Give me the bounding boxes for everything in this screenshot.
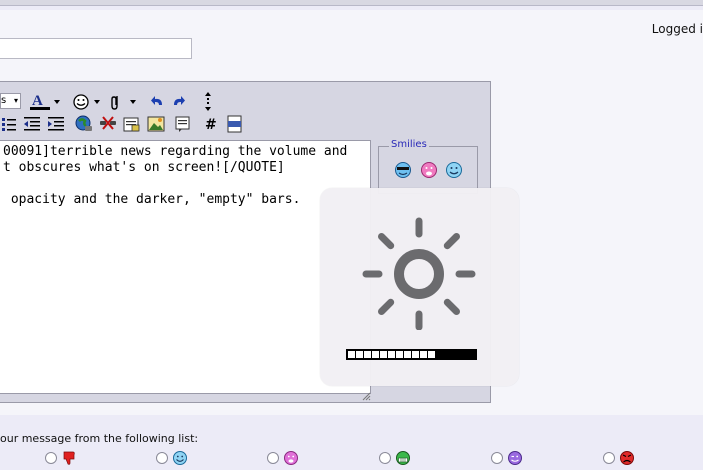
textarea-resize-handle[interactable]: [362, 386, 371, 401]
quote-button[interactable]: [173, 114, 193, 134]
post-icon-radio[interactable]: [156, 452, 168, 464]
tongue-smiley-icon[interactable]: [420, 161, 438, 179]
email-icon: [123, 117, 140, 132]
message-textarea[interactable]: 00091]terrible news regarding the volume…: [0, 140, 371, 394]
redo-button[interactable]: [170, 92, 188, 112]
level-segment-empty: [444, 351, 451, 358]
unlink-icon: [100, 116, 116, 130]
php-file-icon: [227, 115, 242, 133]
brightness-level-bar: [346, 349, 477, 360]
svg-text:A: A: [32, 93, 43, 109]
globe-link-icon: [75, 115, 92, 131]
post-icon-radio[interactable]: [491, 452, 503, 464]
level-segment-filled: [412, 351, 419, 358]
insert-image-button[interactable]: [146, 114, 166, 134]
post-icons-label: our message from the following list:: [0, 432, 199, 445]
code-button[interactable]: #: [202, 114, 220, 134]
image-icon: [147, 116, 165, 132]
text-color-icon: A: [30, 93, 60, 110]
text-color-button[interactable]: A: [28, 92, 64, 112]
level-segment-filled: [356, 351, 363, 358]
insert-link-button[interactable]: [74, 114, 94, 134]
quote-icon: [175, 116, 190, 132]
svg-text:#: #: [205, 117, 217, 133]
logged-in-text: Logged i: [651, 22, 703, 36]
resize-arrows-icon: [205, 92, 211, 111]
level-segment-filled: [396, 351, 403, 358]
brightness-osd: [320, 188, 519, 386]
message-line: 00091]terrible news regarding the volume…: [3, 144, 348, 159]
smile-icon: [173, 451, 187, 465]
brightness-sun-icon: [362, 217, 476, 330]
attachment-button[interactable]: [108, 92, 140, 112]
post-icon-radio[interactable]: [379, 452, 391, 464]
resize-editor-button[interactable]: [200, 90, 216, 114]
angry-icon: [620, 451, 634, 465]
thread-title-input[interactable]: [0, 38, 192, 59]
indent-icon: [48, 117, 64, 131]
indent-button[interactable]: [46, 115, 66, 133]
bulleted-list-icon: [2, 118, 16, 131]
outdent-icon: [24, 117, 40, 131]
undo-icon: [151, 96, 162, 105]
remove-link-button[interactable]: [98, 114, 118, 134]
level-segment-filled: [428, 351, 435, 358]
level-segment-empty: [452, 351, 459, 358]
post-icon-radio[interactable]: [45, 452, 57, 464]
grin-icon: [396, 451, 410, 465]
hash-icon: #: [205, 117, 217, 133]
resize-grip-icon: [362, 392, 371, 401]
undo-button[interactable]: [148, 92, 166, 112]
level-segment-filled: [364, 351, 371, 358]
smile-smiley-icon[interactable]: [445, 161, 463, 179]
message-line: t obscures what's on screen![/QUOTE]: [3, 160, 285, 175]
smilies-legend: Smilies: [389, 139, 429, 150]
tongue-icon: [284, 451, 298, 465]
thumbs-down-icon: [63, 451, 75, 465]
post-icon-radio[interactable]: [267, 452, 279, 464]
level-segment-empty: [468, 351, 475, 358]
level-segment-filled: [348, 351, 355, 358]
level-segment-empty: [436, 351, 443, 358]
unordered-list-button[interactable]: [0, 115, 18, 133]
font-size-select[interactable]: s ▾: [0, 93, 21, 109]
redo-icon: [174, 96, 185, 105]
smiley-menu-button[interactable]: [72, 92, 104, 112]
outdent-button[interactable]: [22, 115, 42, 133]
level-segment-filled: [372, 351, 379, 358]
smiley-icon: [73, 94, 100, 110]
font-size-value: s: [1, 95, 7, 106]
message-line: opacity and the darker, "empty" bars.: [3, 192, 301, 207]
level-segment-filled: [404, 351, 411, 358]
php-code-button[interactable]: [225, 114, 245, 134]
level-segment-filled: [420, 351, 427, 358]
level-segment-filled: [388, 351, 395, 358]
chevron-down-icon: ▾: [13, 96, 18, 105]
insert-email-button[interactable]: [122, 114, 142, 134]
level-segment-filled: [380, 351, 387, 358]
browser-top-bar: [0, 0, 703, 6]
smilies-box: Smilies: [378, 139, 478, 194]
post-icon-radio[interactable]: [603, 452, 615, 464]
paperclip-icon: [111, 96, 136, 110]
level-segment-empty: [460, 351, 467, 358]
cool-smiley-icon[interactable]: [394, 161, 412, 179]
wink-icon: [508, 451, 522, 465]
